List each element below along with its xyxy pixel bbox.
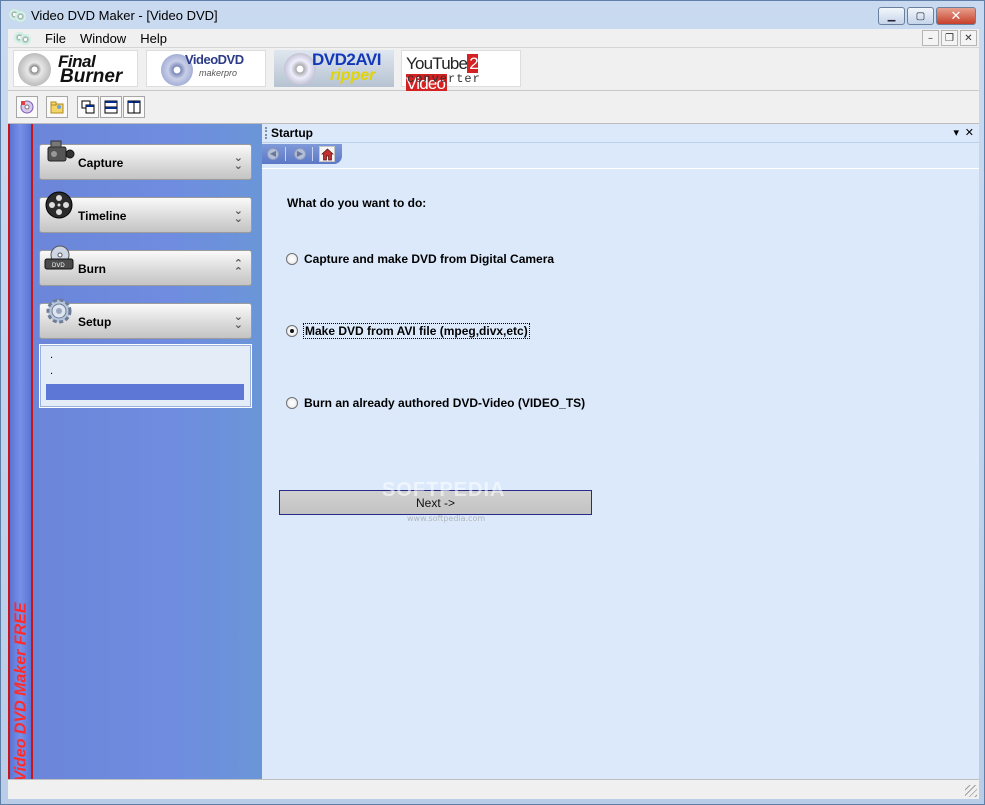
mdi-close-button[interactable]: ✕ [960, 30, 977, 46]
camcorder-icon [47, 140, 75, 162]
cascade-windows-button[interactable] [77, 96, 99, 118]
banner-text: ripper [330, 67, 376, 84]
chevron-down-icon: ⌄ ⌄ [233, 151, 243, 172]
tile-vertical-icon [127, 100, 141, 114]
open-folder-icon [50, 101, 64, 114]
status-bar [8, 779, 979, 799]
sidebar-section-timeline[interactable]: Timeline ⌄ ⌄ [39, 191, 252, 233]
maximize-icon: ▢ [915, 10, 926, 22]
menu-file[interactable]: File [38, 31, 73, 46]
prompt-label: What do you want to do: [287, 196, 427, 210]
tile-horizontal-button[interactable] [100, 96, 122, 118]
option-avi-file[interactable]: Make DVD from AVI file (mpeg,divx,etc) [286, 323, 530, 339]
youtube2video-banner[interactable]: YouTube 2 Video converter [401, 50, 521, 93]
dvd-drive-icon: DVD [44, 245, 74, 270]
subpanel-selected-item[interactable] [46, 384, 244, 400]
panel-header: Startup ▾ ✕ [262, 124, 979, 143]
film-reel-icon [45, 191, 73, 219]
option-burn-video-ts[interactable]: Burn an already authored DVD-Video (VIDE… [286, 396, 585, 410]
document-icon[interactable] [14, 31, 34, 45]
minimize-button[interactable]: ▁ [878, 7, 905, 25]
toolbar [8, 91, 979, 124]
option-label: Make DVD from AVI file (mpeg,divx,etc) [303, 323, 530, 339]
softpedia-watermark-url: www.softpedia.com [407, 514, 486, 523]
minimize-icon: ▁ [887, 10, 896, 22]
subpanel-item[interactable]: . [50, 366, 53, 377]
chevron-down-icon: ⌄ ⌄ [233, 310, 243, 331]
drag-handle[interactable] [265, 127, 267, 139]
vertical-brand-text: Video DVD Maker FREE [12, 602, 30, 779]
banner-text: converter [407, 72, 481, 86]
sidebar-section-capture[interactable]: Capture ⌄ ⌄ [39, 140, 252, 180]
radio-capture-camera[interactable] [286, 253, 298, 265]
mdi-restore-button[interactable]: ❐ [941, 30, 958, 46]
subpanel-item[interactable]: . [50, 350, 53, 361]
mdi-minimize-button[interactable]: – [922, 30, 939, 46]
close-icon: ✕ [964, 32, 973, 44]
chevron-up-icon: ⌃ ⌃ [233, 257, 243, 278]
cascade-icon [81, 100, 95, 114]
tile-vertical-button[interactable] [123, 96, 145, 118]
forward-arrow-icon: ▶ [294, 148, 306, 160]
svg-text:DVD: DVD [52, 263, 65, 269]
navigation-bar: ◀ ▶ [262, 144, 342, 164]
sidebar-section-setup[interactable]: Setup ⌄ ⌄ [39, 298, 252, 339]
brand-strip: Video DVD Maker FREE [8, 124, 33, 779]
panel-dropdown-icon[interactable]: ▾ [953, 126, 959, 139]
maximize-button[interactable]: ▢ [907, 7, 934, 25]
radio-avi-file[interactable] [286, 325, 298, 337]
close-button[interactable]: ✕ [936, 7, 976, 25]
chevron-down-icon: ⌄ ⌄ [233, 204, 243, 225]
next-button[interactable]: Next -> [279, 490, 592, 515]
app-window: Video DVD Maker - [Video DVD] ▁ ▢ ✕ File… [0, 0, 985, 805]
burn-subpanel: . . [39, 344, 252, 408]
videodvd-maker-pro-banner[interactable]: VideoDVD makerpro [146, 50, 266, 87]
back-arrow-icon: ◀ [267, 148, 279, 160]
sidebar: Capture ⌄ ⌄ Timeline ⌄ ⌄ DVD Burn ⌃ ⌃ Setup… [33, 124, 262, 779]
final-burner-banner[interactable]: Final Burner [13, 50, 138, 87]
sidebar-section-label: Burn [78, 262, 106, 276]
product-banner-row: Final Burner VideoDVD makerpro DVD2AVI r… [8, 48, 979, 93]
restore-icon: ❐ [945, 32, 954, 44]
banner-text: makerpro [199, 68, 238, 78]
radio-burn-video-ts[interactable] [286, 397, 298, 409]
new-project-icon [20, 100, 34, 114]
sidebar-section-label: Capture [78, 156, 124, 170]
new-project-button[interactable] [16, 96, 38, 118]
menu-window[interactable]: Window [73, 31, 133, 46]
sidebar-section-label: Timeline [78, 209, 127, 223]
banner-text: VideoDVD [185, 52, 244, 67]
home-button[interactable] [319, 146, 335, 162]
open-project-button[interactable] [46, 96, 68, 118]
app-icon [9, 8, 27, 22]
home-icon [320, 148, 334, 160]
back-button[interactable]: ◀ [265, 146, 281, 162]
sidebar-section-label: Setup [78, 315, 112, 329]
close-icon: ✕ [950, 8, 962, 24]
tile-horizontal-icon [104, 100, 118, 114]
menu-help[interactable]: Help [133, 31, 174, 46]
sidebar-section-burn[interactable]: DVD Burn ⌃ ⌃ [39, 245, 252, 286]
startup-content: What do you want to do: Capture and make… [262, 168, 979, 773]
dvd2avi-ripper-banner[interactable]: DVD2AVI ripper [274, 50, 394, 87]
cd-disc-icon [18, 53, 51, 86]
resize-grip-icon[interactable] [965, 785, 977, 797]
forward-button[interactable]: ▶ [292, 146, 308, 162]
title-bar[interactable]: Video DVD Maker - [Video DVD] ▁ ▢ ✕ [1, 1, 984, 29]
option-label: Burn an already authored DVD-Video (VIDE… [304, 396, 586, 410]
panel-title: Startup [271, 126, 313, 140]
window-title: Video DVD Maker - [Video DVD] [31, 7, 218, 23]
banner-text: Burner [60, 66, 123, 87]
option-label: Capture and make DVD from Digital Camera [304, 252, 555, 266]
startup-panel: Startup ▾ ✕ ◀ ▶ What do you want to do: … [262, 124, 979, 779]
menu-bar: File Window Help – ❐ ✕ [8, 29, 979, 48]
panel-close-icon[interactable]: ✕ [965, 126, 974, 139]
minimize-icon: – [928, 32, 933, 44]
gear-icon [46, 298, 72, 324]
option-capture-camera[interactable]: Capture and make DVD from Digital Camera [286, 252, 554, 266]
